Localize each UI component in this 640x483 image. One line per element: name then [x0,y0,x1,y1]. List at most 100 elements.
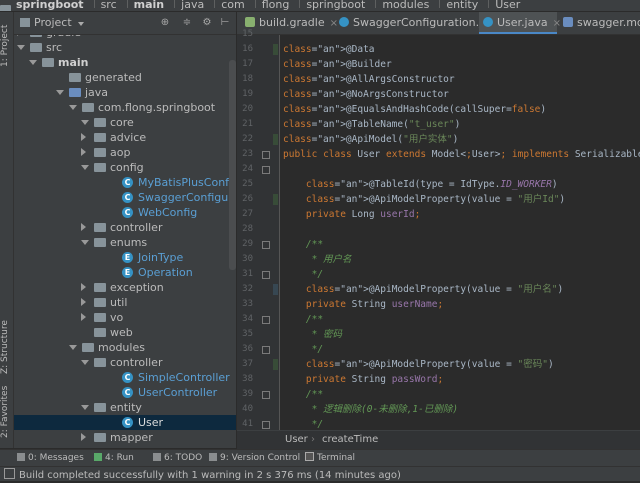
code-line[interactable]: class="an">@NoArgsConstructor [283,87,449,102]
tree-item-main[interactable]: main [14,55,236,70]
tree-item-web[interactable]: web [14,325,236,340]
code-line[interactable]: private Long userId; [283,207,420,222]
chevron-down-icon[interactable] [69,345,77,350]
tree-item-exception[interactable]: exception [14,280,236,295]
hide-panel-icon[interactable]: ⊢ [220,18,230,28]
favorites-tool-tab[interactable]: 2: Favorites [0,382,13,442]
chevron-down-icon[interactable] [81,405,89,410]
tree-item-enums[interactable]: enums [14,235,236,250]
tree-item-entity[interactable]: entity [14,400,236,415]
tree-item-operation[interactable]: E Operation [14,265,236,280]
tree-item-swaggerconfiguration[interactable]: C SwaggerConfiguration [14,190,236,205]
chevron-right-icon[interactable] [81,133,86,141]
code-line[interactable]: class="an">@ApiModelProperty(value = "密码… [283,357,554,372]
fold-icon[interactable] [262,316,270,324]
tree-item-jointype[interactable]: E JoinType [14,250,236,265]
chevron-right-icon[interactable] [81,313,86,321]
tree-item-mapper[interactable]: mapper [14,430,236,445]
code-line[interactable]: class="an">@TableName("t_user") [283,117,460,132]
todo-tool-tab[interactable]: 6: TODO [153,450,202,466]
tree-item-usercontroller[interactable]: C UserController [14,385,236,400]
chevron-right-icon[interactable] [81,283,86,291]
code-line[interactable]: /** [283,312,323,327]
editor-tab-user-java[interactable]: User.java × [479,12,561,34]
tree-item-webconfig[interactable]: C WebConfig [14,205,236,220]
breadcrumb-item[interactable]: main [132,0,169,10]
tree-item-java[interactable]: java [14,85,236,100]
breadcrumb-item[interactable]: src [99,0,121,10]
gear-icon[interactable]: ⚙ [202,18,212,28]
breadcrumb-class[interactable]: User [285,431,308,449]
tree-item-com-flong-springboot[interactable]: com.flong.springboot [14,100,236,115]
code-line[interactable]: /** [283,387,323,402]
breadcrumb-item[interactable]: springboot [304,0,369,10]
code-line[interactable]: class="an">@EqualsAndHashCode(callSuper=… [283,102,546,117]
breadcrumb-item[interactable]: entity [444,0,482,10]
fold-icon[interactable] [262,151,270,159]
code-line[interactable]: class="an">@AllArgsConstructor [283,72,455,87]
breadcrumb-item[interactable]: com [219,0,249,10]
chevron-down-icon[interactable] [17,45,25,50]
chevron-right-icon[interactable] [81,433,86,441]
project-view-selector[interactable]: Project [34,16,72,29]
breadcrumb-item[interactable]: springboot [14,0,88,10]
chevron-right-icon[interactable] [17,35,22,36]
chevron-down-icon[interactable] [81,165,89,170]
chevron-right-icon[interactable] [81,298,86,306]
breadcrumb-field[interactable]: createTime [322,431,378,449]
code-line[interactable]: * 用户名 [283,252,352,267]
status-panel-icon[interactable] [4,468,15,479]
editor-tab-swaggerconfiguration-java[interactable]: SwaggerConfiguration.java× [335,12,516,34]
code-line[interactable]: class="an">@ApiModel("用户实体") [283,132,458,147]
code-line[interactable]: /** [283,237,323,252]
messages-tool-tab[interactable]: 0: Messages [17,450,84,466]
chevron-right-icon[interactable] [81,223,86,231]
terminal-tool-tab[interactable]: Terminal [305,450,355,466]
code-line[interactable]: class="an">@Builder [283,57,392,72]
fold-icon[interactable] [262,421,270,429]
tree-item-controller[interactable]: controller [14,220,236,235]
code-line[interactable]: private String userName; [283,297,443,312]
editor-tab-swagger-md[interactable]: swagger.md× [559,12,640,34]
chevron-down-icon[interactable] [29,60,37,65]
fold-icon[interactable] [262,166,270,174]
chevron-down-icon[interactable] [81,360,89,365]
structure-tool-tab[interactable]: Z: Structure [0,317,13,377]
breadcrumb-item[interactable]: java [179,0,208,10]
dropdown-arrow-icon[interactable] [78,22,84,26]
chevron-down-icon[interactable] [56,90,64,95]
tree-item-mybatisplusconfig[interactable]: C MyBatisPlusConfig [14,175,236,190]
chevron-down-icon[interactable] [81,240,89,245]
code-line[interactable]: class="an">@ApiModelProperty(value = "用户… [283,282,563,297]
code-line[interactable]: * 密码 [283,327,342,342]
tree-item-vo[interactable]: vo [14,310,236,325]
tree-item-config[interactable]: config [14,160,236,175]
tree-item-controller[interactable]: controller [14,355,236,370]
editor-tab-build-gradle[interactable]: build.gradle × [241,12,338,34]
tree-item-modules[interactable]: modules [14,340,236,355]
version-control-tool-tab[interactable]: 9: Version Control [209,450,300,466]
fold-icon[interactable] [262,241,270,249]
code-line[interactable]: */ [283,267,323,282]
tree-item-aop[interactable]: aop [14,145,236,160]
code-line[interactable]: * 逻辑删除(0-未删除,1-已删除) [283,402,458,417]
code-line[interactable]: class="an">@TableId(type = IdType.ID_WOR… [283,177,558,192]
tree-item-util[interactable]: util [14,295,236,310]
fold-icon[interactable] [262,271,270,279]
code-line[interactable]: */ [283,417,323,430]
chevron-down-icon[interactable] [69,105,77,110]
sync-icon[interactable]: ⊕ [160,18,170,28]
collapse-all-icon[interactable]: ≑ [182,18,192,28]
code-line[interactable]: class="an">@ApiModelProperty(value = "用户… [283,192,565,207]
project-tool-tab[interactable]: 1: Project [0,16,13,76]
code-line[interactable]: */ [283,342,323,357]
fold-icon[interactable] [262,346,270,354]
chevron-right-icon[interactable] [81,148,86,156]
chevron-down-icon[interactable] [81,120,89,125]
code-line[interactable]: private String passWord; [283,372,443,387]
fold-icon[interactable] [262,391,270,399]
code-editor[interactable]: class="an">@Data class="an">@Builder class… [280,35,640,430]
breadcrumb-item[interactable]: User [493,0,524,10]
tree-item-src[interactable]: src [14,40,236,55]
tree-item-user[interactable]: C User [14,415,236,430]
